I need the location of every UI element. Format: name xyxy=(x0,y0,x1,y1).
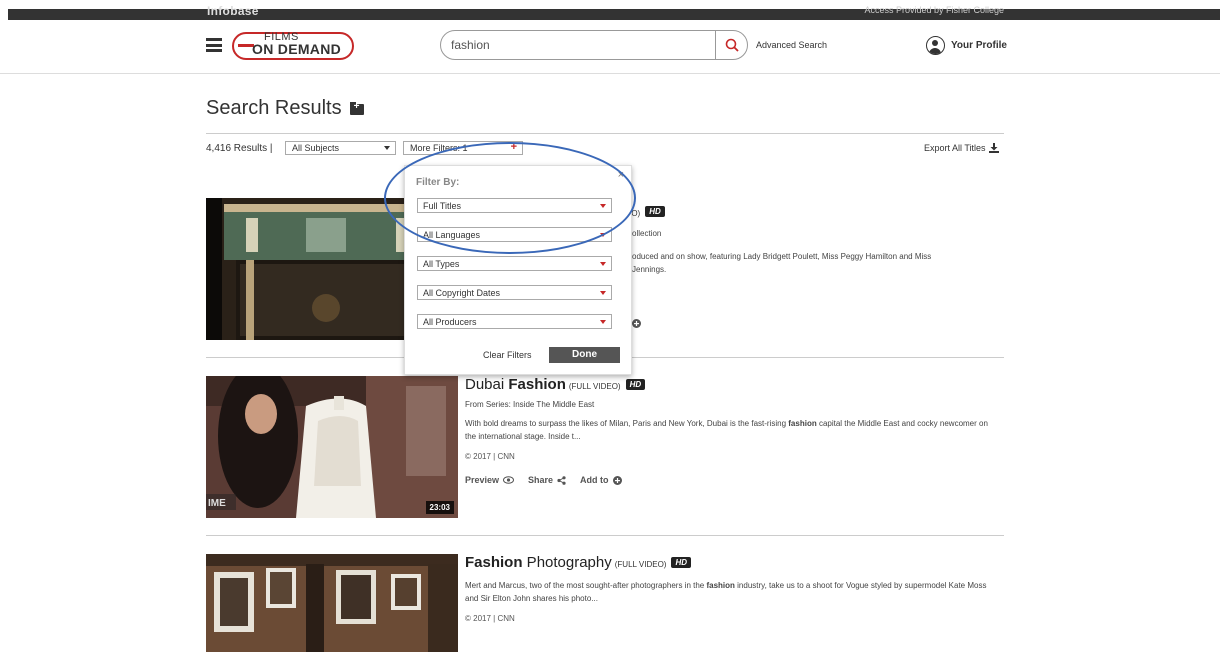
profile-link[interactable]: Your Profile xyxy=(926,35,1007,55)
filter-select-titles[interactable]: Full Titles xyxy=(417,198,612,213)
chevron-down-icon xyxy=(600,320,606,324)
thumbnail-image: IME xyxy=(206,376,458,518)
result-thumbnail[interactable] xyxy=(206,554,458,652)
desc-part-a: Mert and Marcus, two of the most sought-… xyxy=(465,581,707,590)
title-highlight: Fashion xyxy=(508,376,566,393)
top-strip: Infobase Access Provided by Fisher Colle… xyxy=(0,0,1220,20)
chevron-down-icon xyxy=(600,262,606,266)
chevron-down-icon xyxy=(600,233,606,237)
desc-highlight: fashion xyxy=(788,419,817,428)
results-count: 4,416 Results | xyxy=(206,143,273,154)
add-circle-icon xyxy=(612,475,622,485)
result-description: With bold dreams to surpass the likes of… xyxy=(465,417,1000,443)
result-title[interactable]: Fashion Photography (FULL VIDEO) HD xyxy=(465,554,1000,571)
chevron-down-icon xyxy=(600,204,606,208)
share-button[interactable]: Share xyxy=(528,475,566,485)
filter-select-label: All Producers xyxy=(423,317,477,327)
subjects-select-label: All Subjects xyxy=(292,143,340,153)
result-meta: © 2017 | CNN xyxy=(465,452,515,461)
divider xyxy=(206,133,1004,134)
title-highlight: Fashion xyxy=(465,554,523,571)
thumbnail-image xyxy=(206,554,458,652)
more-filters-select[interactable]: More Filters: 1 + xyxy=(403,141,523,155)
clear-filters-link[interactable]: Clear Filters xyxy=(483,350,532,360)
duration-badge: 23:03 xyxy=(425,501,454,514)
films-on-demand-logo[interactable]: FILMS ON DEMAND xyxy=(232,31,354,60)
share-label: Share xyxy=(528,475,554,485)
filter-select-label: All Types xyxy=(423,259,460,269)
subjects-select[interactable]: All Subjects xyxy=(285,141,396,155)
divider xyxy=(206,535,1004,536)
eye-icon xyxy=(503,476,515,484)
filter-select-label: All Languages xyxy=(423,230,481,240)
add-to-button[interactable]: Add to xyxy=(580,475,622,485)
result-description: Mert and Marcus, two of the most sought-… xyxy=(465,579,1000,605)
add-to-label: Add to xyxy=(580,475,609,485)
menu-icon[interactable] xyxy=(206,38,222,52)
result-text: Dubai Fashion (FULL VIDEO) HD From Series:… xyxy=(465,376,1000,485)
filter-select-copyright-dates[interactable]: All Copyright Dates xyxy=(417,285,612,300)
hd-badge: HD xyxy=(625,379,646,390)
top-strip-bar xyxy=(8,9,1220,20)
more-filters-label: More Filters: 1 xyxy=(410,143,468,153)
result-series-partial: ollection xyxy=(632,229,662,238)
desc-highlight: fashion xyxy=(706,581,735,590)
result-meta: © 2017 | CNN xyxy=(465,614,515,623)
export-all-titles-link[interactable]: Export All Titles xyxy=(924,143,999,153)
chevron-down-icon xyxy=(600,291,606,295)
advanced-search-link[interactable]: Advanced Search xyxy=(756,40,827,50)
title-post: Photography xyxy=(522,554,612,571)
search-button[interactable] xyxy=(715,30,747,60)
result-description-partial: oduced and on show, featuring Lady Bridg… xyxy=(632,250,931,276)
add-to-icon[interactable] xyxy=(632,315,641,333)
result-series[interactable]: From Series: Inside The Middle East xyxy=(465,400,1000,409)
desc-line-1: oduced and on show, featuring Lady Bridg… xyxy=(632,252,932,261)
infobase-brand[interactable]: Infobase xyxy=(207,4,259,18)
title-pre: Dubai xyxy=(465,376,509,393)
title-kind: (FULL VIDEO) xyxy=(568,382,621,391)
preview-button[interactable]: Preview xyxy=(465,475,515,485)
export-label: Export All Titles xyxy=(924,143,986,153)
search-box xyxy=(440,30,748,60)
desc-line-2: Jennings. xyxy=(632,265,667,274)
result-text: Fashion Photography (FULL VIDEO) HD Mert a… xyxy=(465,554,1000,623)
hd-badge: HD xyxy=(671,557,692,568)
download-icon xyxy=(988,143,999,153)
done-button[interactable]: Done xyxy=(549,347,620,363)
avatar-icon xyxy=(926,35,945,55)
filter-select-label: Full Titles xyxy=(423,201,462,211)
result-title[interactable]: Dubai Fashion (FULL VIDEO) HD xyxy=(465,376,1000,393)
title-kind: (FULL VIDEO) xyxy=(614,560,667,569)
profile-label: Your Profile xyxy=(951,39,1007,51)
folder-add-icon[interactable] xyxy=(349,101,364,115)
result-actions: Preview Share Add to xyxy=(465,475,1000,485)
desc-part-a: With bold dreams to surpass the likes of… xyxy=(465,419,789,428)
filter-popover: Filter By: × Full Titles All Languages A… xyxy=(404,165,632,375)
filter-popover-title: Filter By: xyxy=(416,177,460,188)
access-provided-text: Access Provided by Fisher College xyxy=(864,5,1004,15)
filter-select-types[interactable]: All Types xyxy=(417,256,612,271)
close-icon[interactable]: × xyxy=(618,169,624,181)
svg-text:IME: IME xyxy=(208,498,226,509)
site-header: FILMS ON DEMAND Advanced Search Your Pro… xyxy=(0,20,1220,74)
filter-select-label: All Copyright Dates xyxy=(423,288,501,298)
filter-select-producers[interactable]: All Producers xyxy=(417,314,612,329)
share-icon xyxy=(557,475,566,485)
page-title-text: Search Results xyxy=(206,97,342,119)
filter-select-languages[interactable]: All Languages xyxy=(417,227,612,242)
result-thumbnail[interactable]: IME 23:03 xyxy=(206,376,458,518)
logo-bottom-text: ON DEMAND xyxy=(252,41,342,57)
preview-label: Preview xyxy=(465,475,500,485)
hd-badge: HD xyxy=(645,206,665,217)
search-input[interactable] xyxy=(451,36,711,54)
page-title: Search Results xyxy=(206,97,364,120)
plus-icon: + xyxy=(510,141,517,153)
chevron-down-icon xyxy=(384,146,390,150)
search-icon xyxy=(725,38,739,52)
